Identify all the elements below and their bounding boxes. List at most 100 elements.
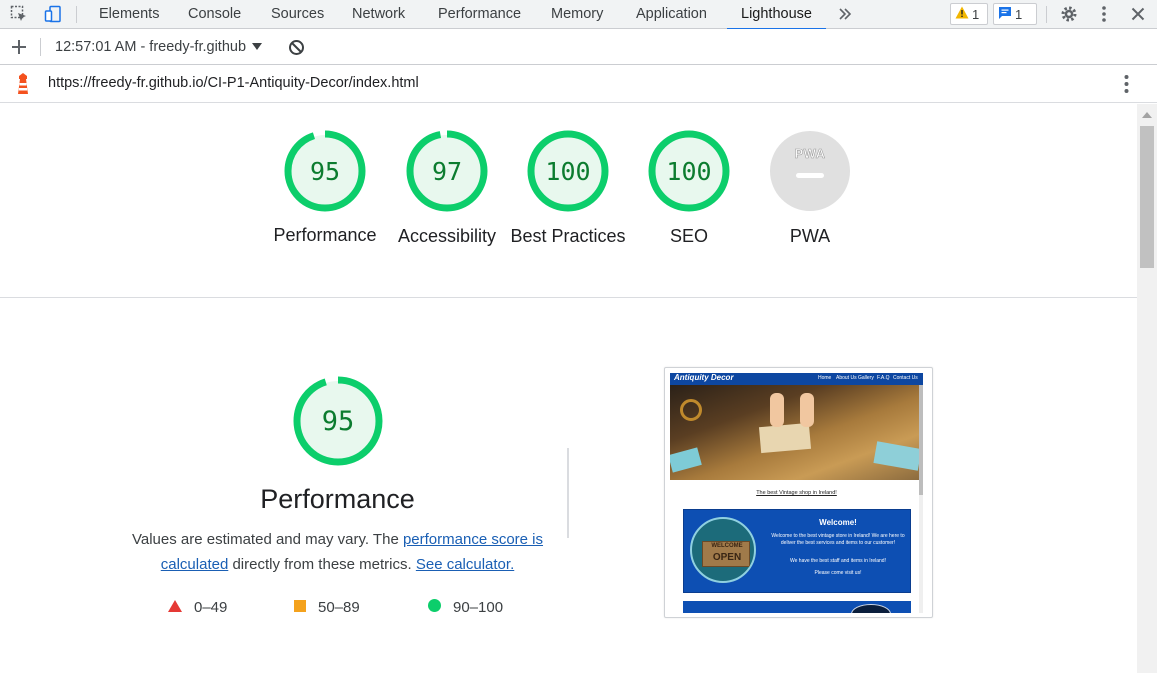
site-header: Antiquity Decor Home About Us Gallery F.…: [670, 373, 923, 385]
gauge-score: 100: [545, 156, 591, 186]
scroll-up-arrow-icon[interactable]: [1142, 112, 1152, 118]
gauge-pwa[interactable]: PWA PWA: [768, 129, 852, 246]
vertical-divider: [567, 448, 569, 538]
average-square-icon: [294, 599, 306, 616]
toolbar-separator: [1046, 6, 1047, 23]
devtools-tab-bar: Elements Console Sources Network Perform…: [0, 0, 1157, 30]
new-report-plus-icon[interactable]: [9, 37, 29, 57]
screenshot-scrollbar: [919, 385, 923, 613]
lighthouse-report: 95 Performance 97 Accessibility 100 Best…: [0, 104, 1137, 673]
welcome-text: Welcome to the best vintage store in Ire…: [771, 533, 905, 546]
welcome-title: Welcome!: [819, 518, 857, 527]
gauge-label: SEO: [669, 226, 708, 246]
description-text: Values are estimated and may vary. The: [131, 531, 403, 548]
report-scrollbar[interactable]: [1137, 104, 1157, 673]
performance-description: Values are estimated and may vary. The p…: [130, 527, 545, 577]
gauge-score: 97: [431, 156, 463, 186]
tab-memory[interactable]: Memory: [551, 0, 603, 29]
site-brand: Antiquity Decor: [674, 373, 734, 382]
toolbar-separator: [76, 6, 77, 23]
messages-badge[interactable]: 1: [993, 3, 1037, 25]
report-menu-icon[interactable]: [1124, 74, 1130, 94]
messages-count: 1: [1015, 6, 1023, 22]
site-nav-faq: F.A.Q: [877, 375, 890, 381]
open-sign: WELCOME OPEN: [702, 541, 750, 567]
performance-large-gauge[interactable]: 95: [292, 375, 384, 467]
report-selector[interactable]: 12:57:01 AM - freedy-fr.github: [55, 37, 263, 57]
welcome-text-2: We have the best staff and items in Irel…: [790, 558, 886, 564]
see-calculator-link[interactable]: See calculator.: [416, 556, 514, 573]
legend-pass: 90–100: [428, 599, 503, 616]
report-url[interactable]: https://freedy-fr.github.io/CI-P1-Antiqu…: [48, 75, 419, 91]
description-text: directly from these metrics.: [228, 556, 416, 573]
tab-elements[interactable]: Elements: [99, 0, 159, 29]
tab-application[interactable]: Application: [636, 0, 707, 29]
final-screenshot-thumbnail[interactable]: Antiquity Decor Home About Us Gallery F.…: [664, 367, 933, 618]
sign-welcome-text: WELCOME: [711, 543, 743, 549]
gauge-label: Performance: [273, 225, 377, 245]
site-nav-home: Home: [818, 375, 832, 381]
screenshot-scroll-thumb: [919, 385, 923, 495]
site-tagline: The best Vintage shop in Ireland!: [756, 490, 837, 496]
pwa-badge-icon: PWA: [794, 146, 826, 162]
legend-range: 90–100: [453, 599, 504, 616]
tab-performance[interactable]: Performance: [438, 0, 521, 29]
gauge-accessibility[interactable]: 97 Accessibility: [398, 129, 496, 246]
warning-icon: [955, 6, 969, 22]
screenshot-page: Antiquity Decor Home About Us Gallery F.…: [670, 373, 923, 613]
gauge-performance[interactable]: 95 Performance: [273, 129, 377, 245]
gauge-label: PWA: [789, 226, 831, 246]
performance-large-score: 95: [321, 405, 355, 437]
dropdown-arrow-icon: [252, 39, 263, 55]
tile-decoration: [670, 447, 702, 473]
gauge-score: 100: [666, 156, 712, 186]
lighthouse-logo-icon: [14, 73, 32, 95]
hands-decoration: [800, 393, 814, 427]
tile-decoration: [873, 441, 922, 471]
toolbar-separator: [40, 38, 41, 56]
gauge-label: Best Practices: [510, 226, 626, 246]
message-icon: [998, 6, 1012, 23]
tab-sources[interactable]: Sources: [271, 0, 324, 29]
section-divider: [0, 297, 1137, 298]
gauge-ring: PWA: [768, 129, 852, 213]
device-toolbar-icon[interactable]: [42, 4, 64, 24]
welcome-card: WELCOME OPEN Welcome! Welcome to the bes…: [683, 509, 911, 593]
more-tabs-icon[interactable]: [834, 4, 856, 24]
legend-fail: 0–49: [168, 599, 227, 616]
performance-title: Performance: [260, 484, 415, 514]
lighthouse-toolbar: 12:57:01 AM - freedy-fr.github: [0, 29, 1157, 65]
gauge-best-practices[interactable]: 100 Best Practices: [510, 129, 626, 246]
gauge-label: Accessibility: [397, 226, 497, 246]
next-card-image: [851, 604, 891, 613]
more-options-icon[interactable]: [1093, 4, 1115, 24]
warnings-badge[interactable]: 1: [950, 3, 988, 25]
report-selector-label: 12:57:01 AM - freedy-fr.github: [55, 39, 247, 55]
gauge-ring: 97: [405, 129, 489, 213]
welcome-text-3: Please come visit us!: [814, 570, 862, 576]
site-nav-gallery: Gallery: [858, 375, 874, 381]
close-devtools-icon[interactable]: [1127, 4, 1149, 24]
wreath-decoration: [680, 399, 702, 421]
site-nav-contact: Contact Us: [893, 375, 918, 381]
legend-range: 50–89: [318, 599, 360, 616]
tab-lighthouse[interactable]: Lighthouse: [727, 0, 826, 30]
gauge-ring: 95: [283, 129, 367, 213]
scrollbar-thumb[interactable]: [1140, 126, 1154, 268]
gauge-seo[interactable]: 100 SEO: [647, 129, 731, 246]
tab-network[interactable]: Network: [352, 0, 405, 29]
legend-range: 0–49: [194, 599, 228, 616]
hero-image: [670, 385, 923, 480]
settings-gear-icon[interactable]: [1058, 4, 1080, 24]
report-url-bar: https://freedy-fr.github.io/CI-P1-Antiqu…: [0, 65, 1157, 103]
site-nav-about: About Us: [836, 375, 857, 381]
gauge-score: 95: [309, 156, 341, 186]
sign-open-text: OPEN: [712, 552, 742, 563]
tab-console[interactable]: Console: [188, 0, 241, 29]
warnings-count: 1: [972, 6, 980, 22]
select-element-icon[interactable]: [8, 4, 30, 24]
clear-report-icon[interactable]: [288, 39, 306, 57]
fail-triangle-icon: [168, 599, 182, 616]
gauge-ring: 100: [526, 129, 610, 213]
legend-average: 50–89: [294, 599, 360, 616]
